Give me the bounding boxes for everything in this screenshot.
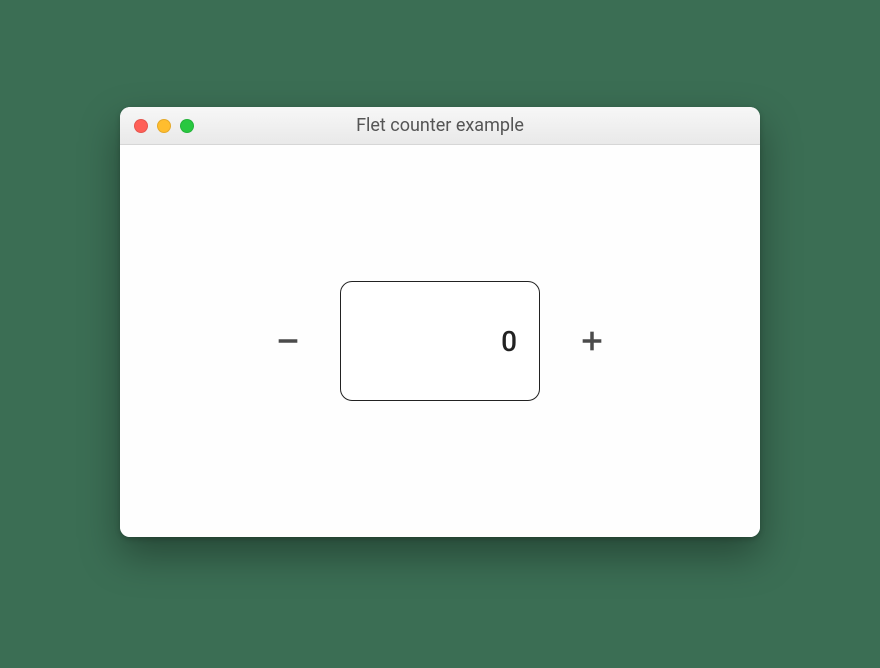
traffic-lights <box>120 119 194 133</box>
content-area <box>120 145 760 537</box>
counter-input[interactable] <box>341 325 517 358</box>
counter-field[interactable] <box>340 281 540 401</box>
add-icon <box>578 327 606 355</box>
titlebar: Flet counter example <box>120 107 760 145</box>
window-title: Flet counter example <box>120 115 760 136</box>
minimize-icon[interactable] <box>157 119 171 133</box>
decrement-button[interactable] <box>264 317 312 365</box>
app-window: Flet counter example <box>120 107 760 537</box>
increment-button[interactable] <box>568 317 616 365</box>
fullscreen-icon[interactable] <box>180 119 194 133</box>
remove-icon <box>274 327 302 355</box>
close-icon[interactable] <box>134 119 148 133</box>
